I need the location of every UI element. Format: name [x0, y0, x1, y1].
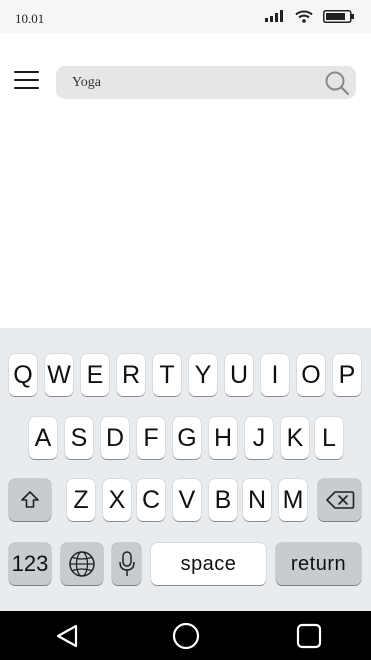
return-key[interactable]: return — [276, 543, 361, 585]
shift-icon — [21, 491, 39, 508]
key-l[interactable]: L — [315, 417, 343, 459]
key-e[interactable]: E — [81, 354, 109, 396]
on-screen-keyboard: Q W E R T Y U I O P A S D F G H J K L Z … — [0, 328, 371, 611]
space-key[interactable]: space — [151, 543, 266, 585]
status-icons — [265, 9, 355, 23]
shift-key[interactable] — [9, 479, 51, 521]
globe-key[interactable] — [61, 543, 103, 585]
microphone-key[interactable] — [112, 543, 141, 585]
key-w[interactable]: W — [45, 354, 73, 396]
key-u[interactable]: U — [225, 354, 253, 396]
key-h[interactable]: H — [209, 417, 237, 459]
key-r[interactable]: R — [117, 354, 145, 396]
backspace-icon — [325, 491, 354, 509]
key-d[interactable]: D — [101, 417, 129, 459]
status-time: 10.01 — [15, 11, 45, 26]
backspace-key[interactable] — [318, 479, 361, 521]
key-i[interactable]: I — [261, 354, 289, 396]
key-c[interactable]: C — [137, 479, 165, 521]
key-n[interactable]: N — [243, 479, 271, 521]
numbers-key[interactable]: 123 — [9, 543, 51, 585]
key-b[interactable]: B — [209, 479, 237, 521]
search-icon[interactable] — [324, 70, 350, 96]
status-bar: 10.01 — [0, 0, 371, 33]
wifi-icon — [295, 10, 313, 23]
home-circle-icon[interactable] — [171, 621, 201, 651]
search-input[interactable]: Yoga — [56, 66, 356, 99]
recents-square-icon[interactable] — [294, 621, 324, 651]
key-a[interactable]: A — [29, 417, 57, 459]
key-q[interactable]: Q — [9, 354, 37, 396]
system-nav-bar — [0, 611, 371, 660]
battery-icon — [323, 9, 354, 23]
key-s[interactable]: S — [65, 417, 93, 459]
key-x[interactable]: X — [103, 479, 131, 521]
key-z[interactable]: Z — [67, 479, 95, 521]
signal-icon — [265, 10, 283, 22]
hamburger-menu-icon[interactable] — [14, 71, 40, 93]
results-area — [0, 133, 371, 328]
globe-icon — [69, 551, 95, 577]
key-g[interactable]: G — [173, 417, 201, 459]
key-v[interactable]: V — [173, 479, 201, 521]
search-value: Yoga — [72, 75, 101, 90]
back-triangle-icon[interactable] — [52, 621, 82, 651]
key-o[interactable]: O — [297, 354, 325, 396]
key-f[interactable]: F — [137, 417, 165, 459]
key-y[interactable]: Y — [189, 354, 217, 396]
key-k[interactable]: K — [281, 417, 309, 459]
key-p[interactable]: P — [333, 354, 361, 396]
key-m[interactable]: M — [279, 479, 307, 521]
app-header: Yoga — [0, 33, 371, 133]
key-t[interactable]: T — [153, 354, 181, 396]
microphone-icon — [118, 551, 135, 576]
key-j[interactable]: J — [245, 417, 273, 459]
